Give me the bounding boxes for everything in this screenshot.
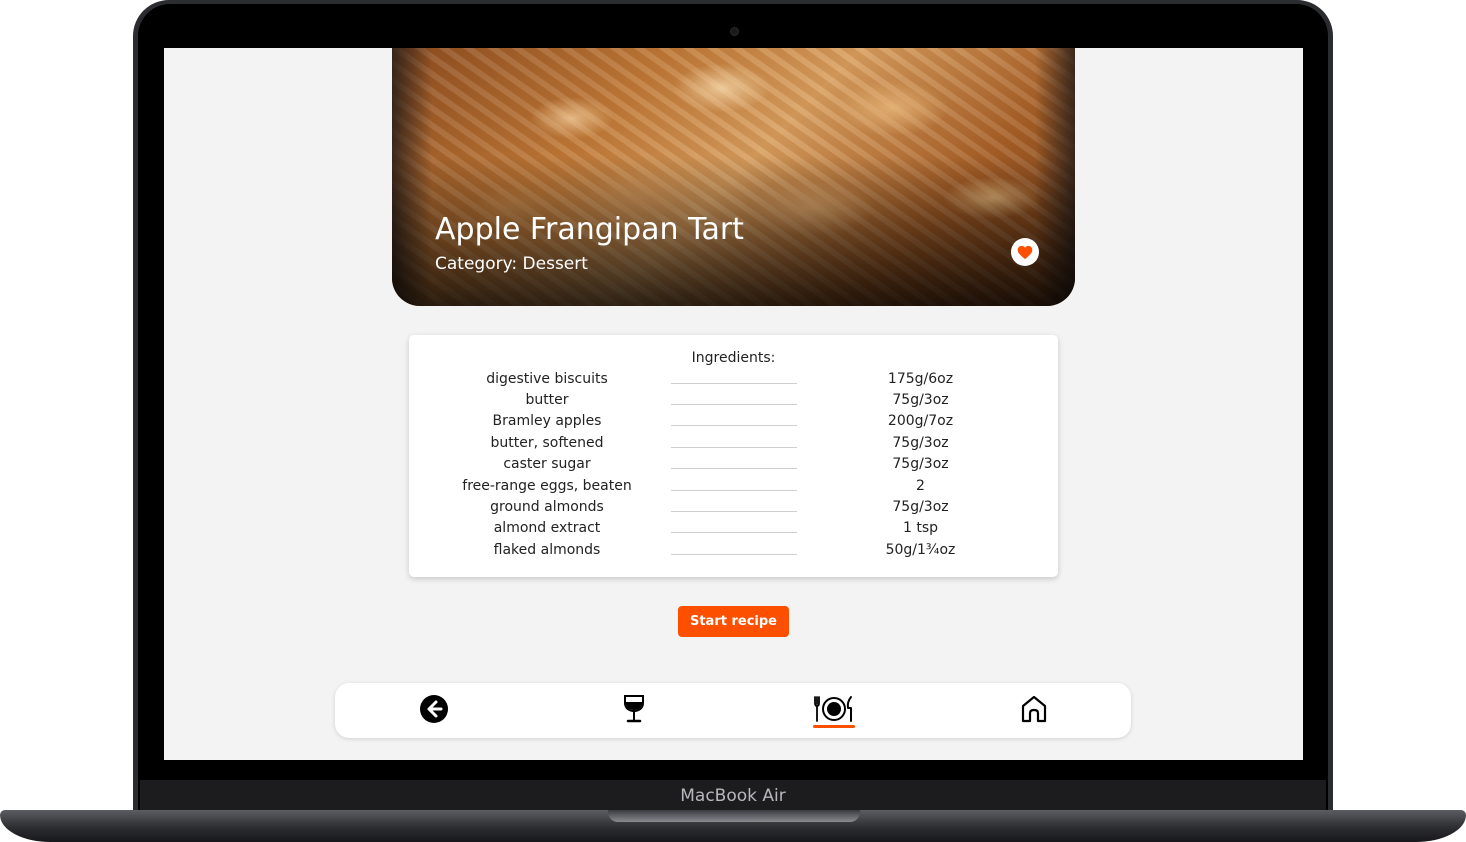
ingredient-quantity: 2 — [916, 478, 925, 494]
ingredient-name: almond extract — [493, 520, 601, 536]
ingredient-row: caster sugar 75g/3oz — [409, 456, 1058, 477]
ingredient-quantity: 1 tsp — [902, 520, 939, 536]
plate-cutlery-icon — [814, 696, 852, 722]
ingredient-divider — [671, 511, 797, 512]
active-nav-indicator — [813, 725, 855, 728]
wine-glass-icon — [624, 695, 644, 723]
ingredient-row: flaked almonds 50g/1¾oz — [409, 542, 1058, 563]
ingredient-divider — [671, 383, 797, 384]
ingredient-divider — [671, 404, 797, 405]
bottom-nav — [335, 683, 1131, 738]
ingredient-row: digestive biscuits 175g/6oz — [409, 371, 1058, 392]
recipe-hero-image: Apple Frangipan Tart Category: Dessert — [392, 48, 1075, 306]
nav-home[interactable] — [1012, 691, 1056, 727]
ingredient-name: free-range eggs, beaten — [462, 478, 632, 494]
ingredient-divider — [671, 425, 797, 426]
ingredient-divider — [671, 447, 797, 448]
ingredient-row: almond extract 1 tsp — [409, 520, 1058, 541]
camera-dot — [730, 27, 739, 36]
ingredient-name: butter — [525, 392, 569, 408]
ingredients-heading: Ingredients: — [691, 350, 776, 366]
ingredient-name: Bramley apples — [492, 413, 602, 429]
ingredient-quantity: 175g/6oz — [887, 371, 954, 387]
ingredient-name: caster sugar — [503, 456, 591, 472]
ingredient-quantity: 200g/7oz — [887, 413, 954, 429]
heart-icon — [1017, 245, 1033, 259]
app-screen: Apple Frangipan Tart Category: Dessert I… — [164, 48, 1303, 760]
ingredient-row: butter, softened 75g/3oz — [409, 435, 1058, 456]
device-label: MacBook Air — [680, 786, 786, 806]
ingredient-divider — [671, 468, 797, 469]
ingredient-quantity: 75g/3oz — [892, 456, 949, 472]
start-recipe-button[interactable]: Start recipe — [678, 606, 789, 637]
nav-meals[interactable] — [812, 691, 856, 727]
lid-notch — [608, 810, 860, 822]
back-arrow-icon — [420, 695, 448, 723]
ingredient-row: butter 75g/3oz — [409, 392, 1058, 413]
nav-drinks[interactable] — [612, 691, 656, 727]
ingredients-card: Ingredients: digestive biscuits 175g/6oz… — [409, 335, 1058, 577]
home-icon — [1021, 695, 1047, 723]
favorite-button[interactable] — [1011, 238, 1039, 266]
recipe-category: Category: Dessert — [435, 254, 588, 274]
ingredient-name: ground almonds — [490, 499, 604, 515]
ingredient-name: flaked almonds — [493, 542, 601, 558]
ingredient-divider — [671, 532, 797, 533]
recipe-title: Apple Frangipan Tart — [435, 212, 744, 247]
ingredient-quantity: 75g/3oz — [892, 499, 949, 515]
ingredient-divider — [671, 490, 797, 491]
ingredient-quantity: 75g/3oz — [892, 392, 949, 408]
ingredient-row: Bramley apples 200g/7oz — [409, 413, 1058, 434]
ingredient-name: digestive biscuits — [486, 371, 608, 387]
ingredient-divider — [671, 554, 797, 555]
ingredient-row: ground almonds 75g/3oz — [409, 499, 1058, 520]
ingredient-row: free-range eggs, beaten 2 — [409, 478, 1058, 499]
ingredient-quantity: 50g/1¾oz — [885, 542, 956, 558]
ingredient-quantity: 75g/3oz — [892, 435, 949, 451]
ingredient-name: butter, softened — [490, 435, 604, 451]
nav-back[interactable] — [412, 691, 456, 727]
